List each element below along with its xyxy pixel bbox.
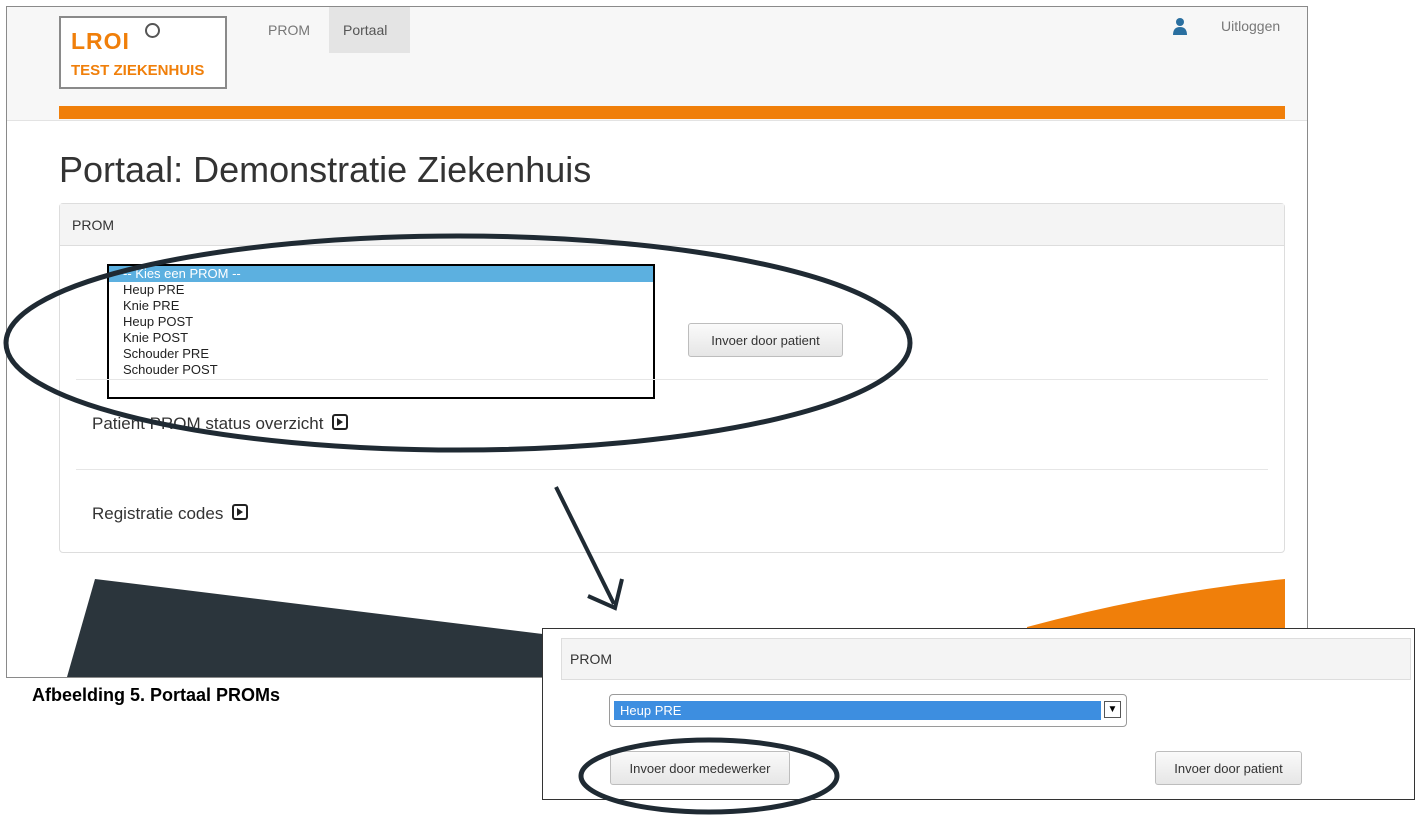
- dark-wedge-shape: [67, 579, 567, 677]
- zoom-panel-heading: PROM: [561, 638, 1411, 680]
- portal-screenshot: LROI TEST ZIEKENHUIS PROM Portaal Uitlog…: [6, 6, 1308, 678]
- zoomed-prom-panel: PROM Heup PRE ▼ Invoer door medewerker I…: [542, 628, 1415, 800]
- chevron-down-icon[interactable]: ▼: [1104, 701, 1121, 718]
- prom-select[interactable]: Heup PRE ▼: [609, 694, 1127, 727]
- decorative-background-shapes: [67, 579, 1285, 677]
- figure-caption: Afbeelding 5. Portaal PROMs: [32, 685, 281, 705]
- invoer-door-patient-button[interactable]: Invoer door patient: [1155, 751, 1302, 785]
- prom-select-value: Heup PRE: [614, 701, 1101, 720]
- invoer-door-medewerker-button[interactable]: Invoer door medewerker: [610, 751, 790, 785]
